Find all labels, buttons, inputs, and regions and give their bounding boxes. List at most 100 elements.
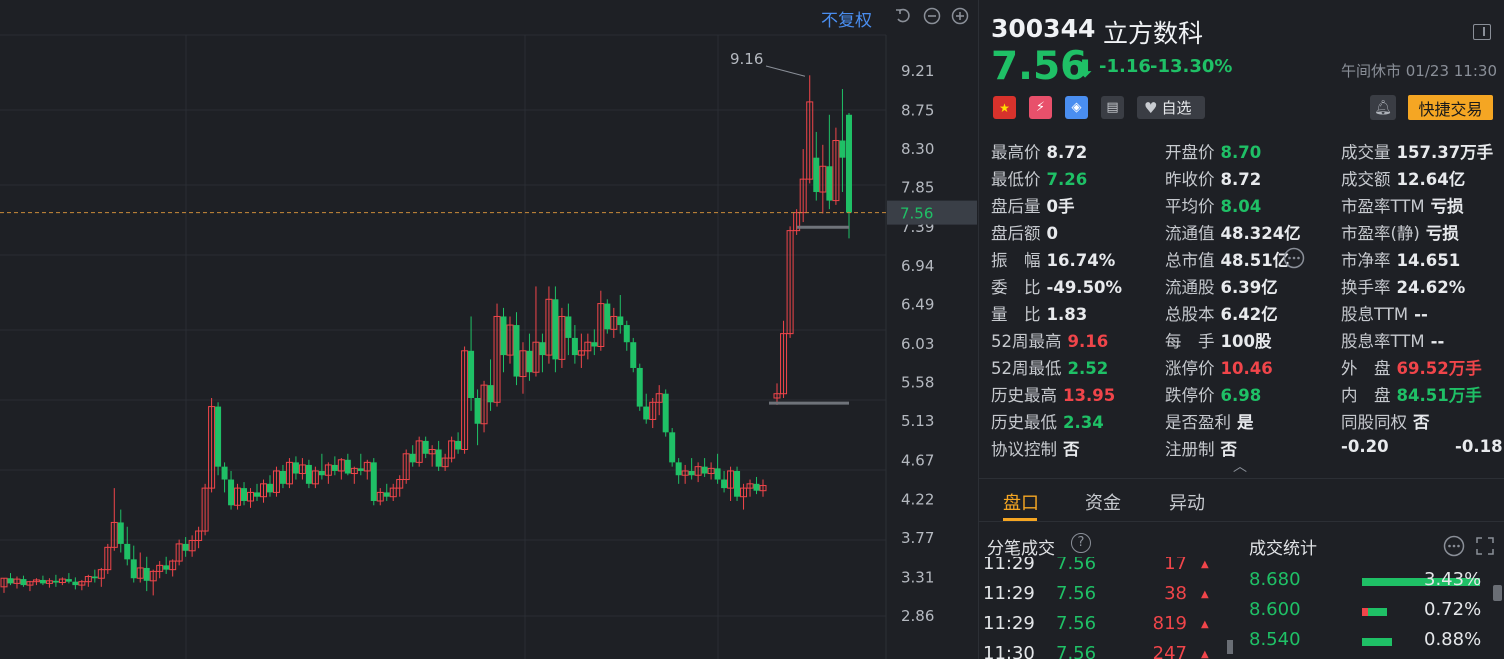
candle-body [734, 470, 741, 497]
stat-label: 历史最高 [991, 386, 1057, 405]
add-watchlist-button[interactable]: ♥ 自选 [1137, 96, 1205, 119]
stat-label: 注册制 [1165, 440, 1215, 459]
stat-item: 历史最低 2.34 [991, 409, 1104, 433]
candle-body [474, 398, 481, 424]
adjust-mode-toggle[interactable]: 不复权 [821, 6, 872, 31]
stat-item: 最高价 8.72 [991, 139, 1087, 163]
stat-item: 同股同权否 [1341, 409, 1430, 433]
candle-body [7, 578, 14, 584]
stat-label: 成交量 [1341, 143, 1391, 162]
stat-label: 股息TTM [1341, 305, 1409, 324]
candle-body [721, 479, 728, 489]
zoom-in-icon[interactable] [951, 7, 969, 25]
stat-item: 委 比 -49.50% [991, 274, 1122, 298]
watchlist-label: 自选 [1161, 99, 1192, 117]
distribution-pct: 3.43% [1424, 569, 1482, 590]
more-info-icon[interactable] [1283, 247, 1305, 269]
y-tick-label: 2.86 [901, 607, 934, 625]
stat-label: 内 盘 [1341, 386, 1391, 405]
stat-item: 振 幅 16.74% [991, 247, 1115, 271]
distribution-price: 8.600 [1249, 599, 1301, 620]
stat-value: 100股 [1220, 332, 1272, 351]
distribution-pct: 0.88% [1424, 629, 1482, 650]
candle-body [571, 337, 578, 356]
expand-icon[interactable] [1474, 535, 1496, 557]
stat-item: 是否盈利是 [1165, 409, 1254, 433]
candle-body [513, 325, 520, 377]
stat-label: 市盈率TTM [1341, 197, 1425, 216]
candle-body [662, 393, 669, 433]
stat-label: 最低价 [991, 170, 1041, 189]
distribution-scrollbar[interactable] [1493, 585, 1502, 601]
stat-item: 股息TTM -- [1341, 301, 1428, 325]
tab-anomaly[interactable]: 异动 [1169, 489, 1205, 515]
stat-label: 股息率TTM [1341, 332, 1425, 351]
stat-value: 48.51亿 [1220, 251, 1290, 270]
y-tick-label: 8.30 [901, 140, 934, 158]
stat-value: 8.04 [1220, 197, 1262, 216]
stat-item: 量 比 1.83 [991, 301, 1087, 325]
candle-body [623, 325, 630, 343]
y-tick-label: 3.77 [901, 529, 934, 547]
tag-icon[interactable]: ◈ [1065, 96, 1088, 119]
panel-layout-icon[interactable] [1473, 24, 1491, 40]
candle-body [318, 470, 325, 476]
stat-value: 48.324亿 [1220, 224, 1301, 243]
candle-body [279, 470, 286, 484]
stat-value: 10.46 [1220, 359, 1273, 378]
stat-value: 24.62% [1396, 278, 1466, 297]
stat-label: 流通值 [1165, 224, 1215, 243]
stat-item: 昨收价 8.72 [1165, 166, 1261, 190]
candle-body [846, 114, 852, 213]
max-leader-line [765, 65, 806, 77]
candle-body [813, 157, 820, 193]
stat-value: -- [1414, 305, 1428, 324]
reset-icon[interactable] [894, 7, 912, 25]
price-distribution-list[interactable]: 8.680 3.43% 8.600 0.72% 8.540 0.88% [979, 557, 1504, 659]
stat-item: 注册制否 [1165, 436, 1237, 460]
candle-body [292, 462, 299, 474]
note-icon[interactable]: ▤ [1101, 96, 1124, 119]
stat-value: 8.72 [1220, 170, 1262, 189]
distribution-row: 8.600 0.72% [1249, 599, 1489, 629]
candle-body [714, 468, 721, 480]
stat-label: 同股同权 [1341, 413, 1407, 432]
arrow-down-icon: ⬇ [1075, 55, 1096, 83]
candle-body [357, 468, 364, 471]
stat-label: 平均价 [1165, 197, 1215, 216]
stat-label: 流通股 [1165, 278, 1215, 297]
candle-body [383, 492, 390, 497]
tab-orderbook[interactable]: 盘口 [1003, 489, 1039, 515]
zoom-out-icon[interactable] [923, 7, 941, 25]
more-options-icon[interactable] [1443, 535, 1465, 557]
market-status: 午间休市 01/23 11:30 [1341, 62, 1497, 80]
stat-item: 流通值 48.324亿 [1165, 220, 1301, 244]
alert-bell-icon[interactable]: 🔔︎ [1370, 95, 1396, 120]
help-icon[interactable]: ? [1071, 533, 1091, 553]
stat-item: 最低价 7.26 [991, 166, 1087, 190]
stat-item: 协议控制否 [991, 436, 1080, 460]
stat-value: -- [1430, 332, 1445, 351]
quote-panel: 300344 立方数科 7.56 ⬇ -1.16 -13.30% 午间休市 01… [978, 0, 1504, 659]
distribution-bar [1362, 638, 1393, 646]
flash-icon[interactable]: ⚡ [1029, 96, 1052, 119]
stat-item: 内 盘 84.51万手 [1341, 382, 1482, 406]
stat-item: 成交量 157.37万手 [1341, 139, 1493, 163]
stat-value: 6.98 [1220, 386, 1262, 405]
tab-funds[interactable]: 资金 [1085, 489, 1121, 515]
stat-item: 跌停价 6.98 [1165, 382, 1261, 406]
stat-item: 历史最高 13.95 [991, 382, 1115, 406]
stat-value: 14.651 [1396, 251, 1461, 270]
stat-item: 涨停价 10.46 [1165, 355, 1273, 379]
stat-label: 市盈率(静) [1341, 224, 1420, 243]
kline-chart[interactable]: 9.218.758.307.857.396.946.496.035.585.13… [0, 0, 978, 659]
candle-body [643, 406, 650, 420]
kline-chart-area[interactable]: 9.21 8.75 8.30 7.85 7.39 6.94 6.49 6.03 5.58 5.13… [0, 0, 978, 659]
stat-value: 是 [1237, 413, 1254, 432]
candle-body [130, 559, 137, 579]
stat-value: 2.52 [1067, 359, 1109, 378]
candle-body [221, 466, 228, 480]
stat-value: 亏损 [1425, 224, 1459, 243]
quick-trade-button[interactable]: 快捷交易 [1408, 95, 1493, 120]
collapse-up-icon[interactable]: ︿ [1233, 456, 1247, 476]
